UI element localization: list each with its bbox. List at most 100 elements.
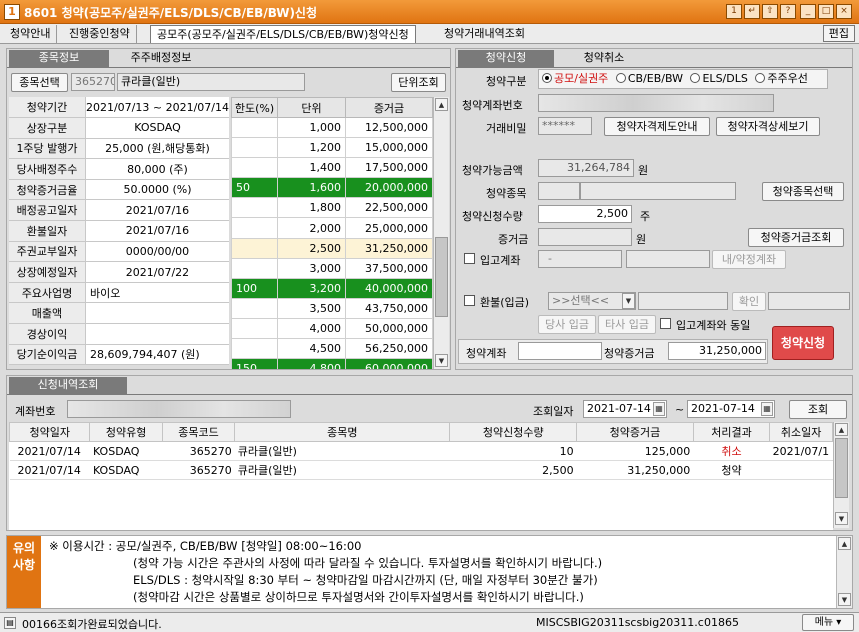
- tab-shareholder-allocation[interactable]: 주주배정정보: [111, 50, 211, 67]
- stock-select-button[interactable]: 종목선택: [11, 73, 68, 92]
- edit-button[interactable]: 편집: [822, 25, 855, 42]
- history-col-header[interactable]: 종목코드: [161, 422, 236, 442]
- scroll-up-icon[interactable]: ▲: [838, 537, 851, 550]
- bottom-account-label: 청약계좌: [466, 347, 507, 360]
- radio-els[interactable]: ELS/DLS: [690, 72, 748, 85]
- info-value: 2021/07/22: [85, 261, 229, 283]
- minimize-icon[interactable]: _: [800, 4, 816, 19]
- help-icon[interactable]: ?: [780, 4, 796, 19]
- history-col-header[interactable]: 청약신청수량: [449, 422, 578, 442]
- enter-icon[interactable]: ↵: [744, 4, 760, 19]
- col-unit: 단위: [277, 97, 346, 118]
- info-value: [85, 302, 229, 325]
- refund-confirm-button[interactable]: 확인: [732, 292, 766, 311]
- unit-row[interactable]: 1,800 22,500,000: [231, 197, 433, 219]
- stock-code-field[interactable]: 365270: [71, 73, 115, 91]
- unit-row[interactable]: 4,500 56,250,000: [231, 338, 433, 360]
- unit-row[interactable]: 2,000 25,000,000: [231, 217, 433, 239]
- notice-scrollbar[interactable]: ▲ ▼: [836, 536, 852, 608]
- item-select-button[interactable]: 청약종목선택: [762, 182, 844, 201]
- tab-stock-info[interactable]: 종목정보: [9, 50, 109, 67]
- close-icon[interactable]: ×: [836, 4, 852, 19]
- menu-button[interactable]: 메뉴 ▾: [802, 614, 854, 631]
- scroll-down-icon[interactable]: ▼: [838, 593, 851, 606]
- unit-grid-scrollbar[interactable]: ▲ ▼: [433, 97, 449, 369]
- deposit-query-button[interactable]: 청약증거금조회: [748, 228, 844, 247]
- history-row[interactable]: 2021/07/14 KOSDAQ 365270 큐라클(일반) 2,500 31,250…: [9, 460, 833, 480]
- info-value: 바이오: [85, 282, 229, 304]
- scroll-down-icon[interactable]: ▼: [835, 512, 848, 525]
- unit-row[interactable]: 50 1,600 20,000,000: [231, 177, 433, 199]
- query-button[interactable]: 조회: [789, 400, 847, 419]
- chevron-down-icon[interactable]: ▼: [622, 293, 635, 309]
- history-col-header[interactable]: 청약증거금: [576, 422, 694, 442]
- date-tilde: ~: [675, 403, 685, 416]
- scroll-up-icon[interactable]: ▲: [835, 423, 848, 436]
- stock-name-field: 큐라클(일반): [117, 73, 305, 91]
- scroll-down-icon[interactable]: ▼: [435, 354, 448, 367]
- calendar-icon[interactable]: ▦: [761, 402, 773, 416]
- deposit-cell: 25,000,000: [345, 217, 433, 239]
- unit-row[interactable]: 1,000 12,500,000: [231, 117, 433, 139]
- unit-row[interactable]: 150 4,800 60,000,000: [231, 358, 433, 369]
- won-unit: 원: [638, 164, 649, 177]
- unit-row[interactable]: 100 3,200 40,000,000: [231, 278, 433, 299]
- history-col-header[interactable]: 처리결과: [692, 422, 771, 442]
- in-account-field[interactable]: -: [538, 250, 622, 268]
- link-number-button[interactable]: 1: [726, 4, 742, 19]
- info-row: 당사배정주수 80,000 (주): [9, 158, 229, 180]
- history-col-header[interactable]: 종목명: [234, 422, 451, 442]
- history-vscrollbar[interactable]: ▲ ▼: [833, 422, 849, 528]
- deposit-cell: 40,000,000: [345, 278, 433, 299]
- radio-shareholder[interactable]: 주주우선: [755, 72, 808, 85]
- unit-row[interactable]: 1,400 17,500,000: [231, 157, 433, 179]
- password-field[interactable]: ******: [538, 117, 592, 135]
- item-code-field[interactable]: [538, 182, 580, 200]
- tab-subscription-guide[interactable]: 청약안내: [4, 25, 58, 43]
- info-row: 주요사업명 바이오: [9, 282, 229, 304]
- history-col-header[interactable]: 청약일자: [9, 422, 91, 442]
- pin-icon[interactable]: ⇧: [762, 4, 778, 19]
- unit-row[interactable]: 3,000 37,500,000: [231, 258, 433, 279]
- scroll-thumb[interactable]: [835, 438, 848, 498]
- in-account-checkbox[interactable]: [464, 252, 475, 265]
- unit-row[interactable]: 4,000 50,000,000: [231, 318, 433, 340]
- submit-subscription-button[interactable]: 청약신청: [772, 326, 834, 360]
- eligibility-guide-button[interactable]: 청약자격제도안내: [604, 117, 710, 136]
- same-as-in-account-checkbox[interactable]: [660, 317, 671, 330]
- history-col-header[interactable]: 취소일자: [769, 422, 833, 442]
- scroll-thumb[interactable]: [435, 237, 448, 317]
- refund-account-field[interactable]: [638, 292, 728, 310]
- unit-row[interactable]: 2,500 31,250,000: [231, 238, 433, 259]
- quantity-field[interactable]: 2,500: [538, 205, 632, 223]
- history-col-header[interactable]: 청약유형: [89, 422, 163, 442]
- tab-cancel[interactable]: 청약취소: [556, 50, 652, 67]
- status-number: 01865: [704, 616, 739, 629]
- info-row: 상장예정일자 2021/07/22: [9, 261, 229, 283]
- app-icon: 1: [4, 4, 20, 20]
- unit-row[interactable]: 1,200 15,000,000: [231, 137, 433, 159]
- unit-query-button[interactable]: 단위조회: [391, 73, 446, 92]
- tab-history[interactable]: 신청내역조회: [9, 377, 127, 394]
- account-field[interactable]: [538, 94, 774, 112]
- tab-ipo-subscription[interactable]: 공모주(공모주/실권주/ELS/DLS/CB/EB/BW)청약신청: [150, 25, 416, 43]
- eligibility-detail-button[interactable]: 청약자격상세보기: [716, 117, 820, 136]
- own-account-button[interactable]: 내/약정계좌: [712, 250, 786, 269]
- radio-ipo[interactable]: 공모/실권주: [542, 72, 608, 85]
- tab-apply[interactable]: 청약신청: [458, 50, 554, 67]
- other-deposit-button[interactable]: 타사 입금: [598, 315, 656, 334]
- refund-checkbox[interactable]: [464, 294, 475, 307]
- scroll-up-icon[interactable]: ▲: [435, 98, 448, 111]
- calendar-icon[interactable]: ▦: [653, 402, 665, 416]
- radio-cb[interactable]: CB/EB/BW: [615, 72, 683, 85]
- deposit-cell: 31,250,000: [345, 238, 433, 259]
- history-account-field[interactable]: [67, 400, 291, 418]
- maximize-icon[interactable]: □: [818, 4, 834, 19]
- self-deposit-button[interactable]: 당사 입금: [538, 315, 596, 334]
- status-bar: ▤ 00166조회가완료되었습니다. MISCSBIG20311scsbig20…: [0, 612, 859, 632]
- unit-row[interactable]: 3,500 43,750,000: [231, 298, 433, 319]
- tab-subscription-history[interactable]: 청약거래내역조회: [438, 25, 531, 43]
- info-key: 상장예정일자: [9, 261, 86, 283]
- history-row[interactable]: 2021/07/14 KOSDAQ 365270 큐라클(일반) 10 125,000 취소…: [9, 441, 833, 461]
- tab-ongoing-subscription[interactable]: 진행중인청약: [63, 25, 137, 43]
